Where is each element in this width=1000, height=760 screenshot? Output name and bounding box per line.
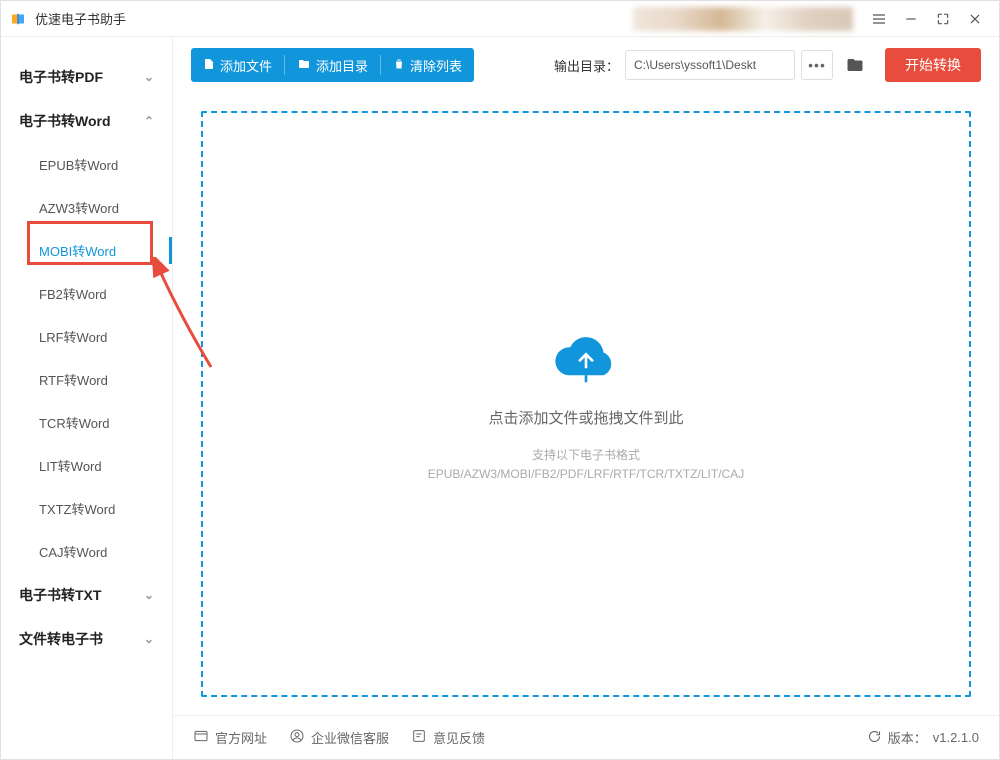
sidebar-group-txt[interactable]: 电子书转TXT ⌄ [1,573,172,617]
dropzone-text-sub1: 支持以下电子书格式 [532,446,640,463]
file-icon [203,57,215,74]
refresh-icon [867,729,882,747]
sidebar-item-mobi[interactable]: MOBI转Word [1,229,172,272]
version-info[interactable]: 版本： v1.2.1.0 [867,728,979,747]
add-dir-button[interactable]: 添加目录 [285,48,380,82]
trash-icon [393,57,405,74]
fullscreen-button[interactable] [927,5,959,33]
sidebar: 电子书转PDF ⌄ 电子书转Word ⌃ EPUB转Word AZW3转Word… [1,37,173,759]
sidebar-item-lrf[interactable]: LRF转Word [1,315,172,358]
chevron-down-icon: ⌄ [144,70,154,84]
sidebar-group-word[interactable]: 电子书转Word ⌃ [1,99,172,143]
sidebar-group-file[interactable]: 文件转电子书 ⌄ [1,617,172,661]
titlebar-user-area [633,7,853,31]
sidebar-group-label: 电子书转TXT [19,585,101,605]
feedback-link[interactable]: 意见反馈 [411,728,485,747]
dropzone-text-main: 点击添加文件或拖拽文件到此 [488,407,683,428]
close-button[interactable] [959,5,991,33]
sidebar-group-pdf[interactable]: 电子书转PDF ⌄ [1,55,172,99]
feedback-icon [411,728,427,747]
sidebar-item-txtz[interactable]: TXTZ转Word [1,487,172,530]
menu-button[interactable] [863,5,895,33]
app-title: 优速电子书助手 [35,9,126,28]
clear-list-button[interactable]: 清除列表 [381,48,474,82]
statusbar: 官方网址 企业微信客服 意见反馈 版本： v1.2.1.0 [173,715,999,759]
sidebar-item-tcr[interactable]: TCR转Word [1,401,172,444]
sidebar-item-azw3[interactable]: AZW3转Word [1,186,172,229]
chevron-up-icon: ⌃ [144,114,154,128]
main-panel: 添加文件 添加目录 清除列表 输出目录： C:\Users\yssoft1\D [173,37,999,759]
sidebar-item-caj[interactable]: CAJ转Word [1,530,172,573]
dropzone-text-sub2: EPUB/AZW3/MOBI/FB2/PDF/LRF/RTF/TCR/TXTZ/… [428,467,744,481]
browse-button[interactable]: ••• [801,50,833,80]
output-dir-path[interactable]: C:\Users\yssoft1\Deskt [625,50,795,80]
sidebar-item-fb2[interactable]: FB2转Word [1,272,172,315]
chevron-down-icon: ⌄ [144,588,154,602]
start-convert-button[interactable]: 开始转换 [885,48,981,82]
sidebar-group-label: 文件转电子书 [19,629,103,649]
sidebar-item-epub[interactable]: EPUB转Word [1,143,172,186]
sidebar-group-label: 电子书转Word [19,111,111,131]
open-folder-button[interactable] [839,50,871,80]
toolbar: 添加文件 添加目录 清除列表 输出目录： C:\Users\yssoft1\D [173,37,999,93]
add-file-button[interactable]: 添加文件 [191,48,284,82]
folder-icon [297,58,311,73]
support-link[interactable]: 企业微信客服 [289,728,389,747]
official-link[interactable]: 官方网址 [193,728,267,747]
chevron-down-icon: ⌄ [144,632,154,646]
app-window: 优速电子书助手 电子书转PDF ⌄ 电子书转Word ⌃ EPUB转W [0,0,1000,760]
sidebar-group-label: 电子书转PDF [19,67,103,87]
cloud-upload-icon [551,328,621,389]
content-area: 点击添加文件或拖拽文件到此 支持以下电子书格式 EPUB/AZW3/MOBI/F… [173,93,999,715]
action-button-group: 添加文件 添加目录 清除列表 [191,48,474,82]
sidebar-item-lit[interactable]: LIT转Word [1,444,172,487]
globe-icon [193,728,209,747]
output-dir-label: 输出目录： [554,56,619,75]
app-icon [9,10,27,28]
headset-icon [289,728,305,747]
dropzone[interactable]: 点击添加文件或拖拽文件到此 支持以下电子书格式 EPUB/AZW3/MOBI/F… [201,111,971,697]
titlebar: 优速电子书助手 [1,1,999,37]
minimize-button[interactable] [895,5,927,33]
sidebar-item-rtf[interactable]: RTF转Word [1,358,172,401]
